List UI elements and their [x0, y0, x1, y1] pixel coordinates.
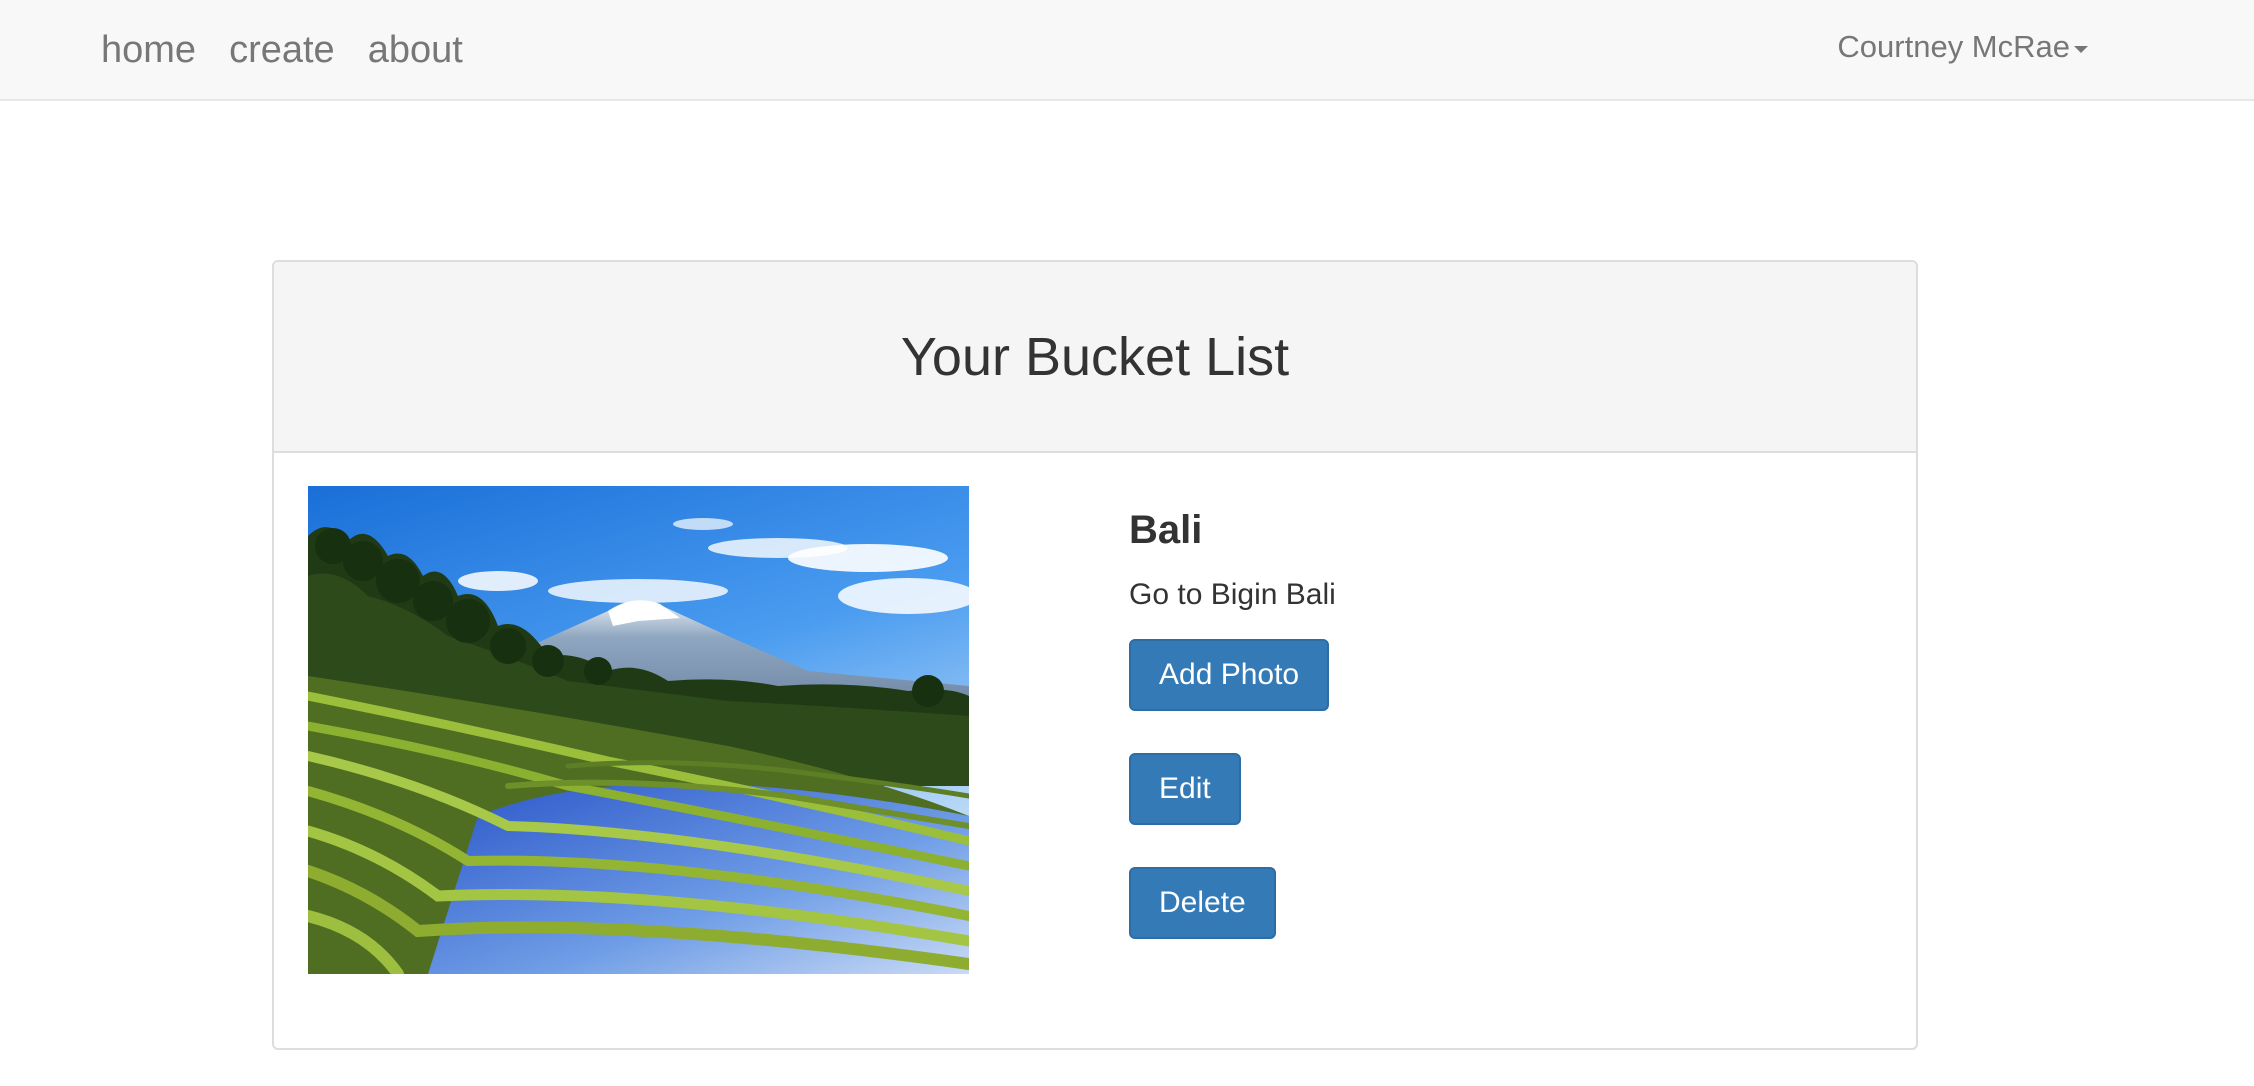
- nav-link-home[interactable]: home: [101, 31, 196, 69]
- add-photo-button[interactable]: Add Photo: [1129, 639, 1330, 711]
- rice-terrace-image: [308, 486, 969, 974]
- nav-link-about[interactable]: about: [368, 31, 463, 69]
- caret-down-icon: [2074, 46, 2088, 53]
- page-title: Your Bucket List: [900, 326, 1290, 387]
- delete-button[interactable]: Delete: [1129, 867, 1276, 939]
- nav-link-create[interactable]: create: [229, 31, 335, 69]
- nav-links: home create about: [101, 0, 463, 99]
- item-description: Go to Bigin Bali: [1129, 578, 1336, 611]
- panel-heading: Your Bucket List: [274, 262, 1916, 453]
- item-title: Bali: [1129, 508, 1203, 552]
- user-name: Courtney McRae: [1837, 28, 2070, 64]
- edit-button[interactable]: Edit: [1129, 753, 1241, 825]
- item-photo: [308, 486, 969, 974]
- bucket-list-panel: Your Bucket List Bali Go to Bigin Bali A…: [272, 260, 1918, 1050]
- user-menu-dropdown[interactable]: Courtney McRae: [1837, 0, 2088, 93]
- top-navbar: home create about Courtney McRae: [0, 0, 2254, 101]
